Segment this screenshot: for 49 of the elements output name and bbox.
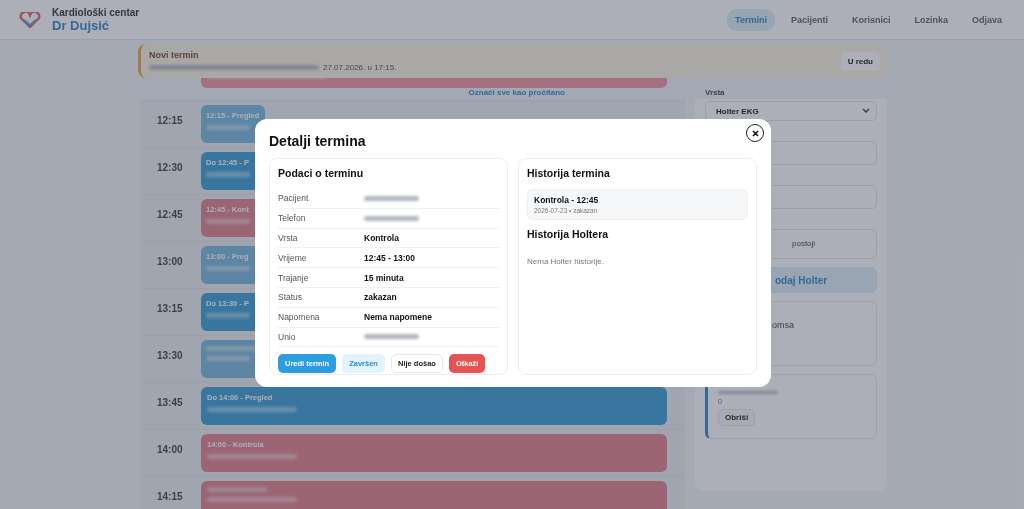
redacted-value [364,334,419,340]
clinic-name: Kardiološki centar [52,6,140,18]
close-icon [751,129,759,137]
nav-link[interactable]: Pacijenti [782,8,836,31]
detail-value: Nema napomene [364,312,433,323]
time-label: 13:15 [156,302,184,314]
nav-link[interactable]: Korisnici [843,8,899,31]
detail-label: Napomena [278,312,321,323]
card-title: Historija Holtera [527,228,610,240]
detail-value: Kontrola [364,233,399,243]
time-label: 12:30 [156,161,184,173]
chevron-down-icon [862,108,870,114]
card-title: Podaci o terminu [278,167,365,179]
time-label: 13:00 [156,255,184,267]
delete-button[interactable]: Obriši [718,409,756,426]
close-button[interactable] [746,124,764,142]
notification-message: 27.07.2026. u 17:15. [323,63,397,72]
detail-label: Telefon [278,213,307,224]
field-label: Vrsta [705,88,725,97]
time-label: 12:45 [156,208,184,220]
heart-logo-icon [19,11,41,28]
redacted-value [364,215,419,221]
nav-link[interactable]: Lozinka [906,8,956,31]
detail-label: Unio [278,331,297,342]
detail-label: Pacijent [278,193,310,204]
card-title: Historija termina [527,167,611,179]
time-label: 13:45 [156,396,184,408]
detail-value: 12:45 - 13:00 [364,252,416,263]
nav-link[interactable]: Termini [727,8,775,31]
time-label: 13:30 [156,349,184,361]
detail-value: 15 minuta [364,272,404,283]
detail-label: Vrsta [278,233,299,243]
empty-message: Nema Holter historije. [527,257,605,266]
time-label: 14:15 [156,490,184,502]
time-label: 14:00 [156,443,184,455]
history-item-title: Kontrola - 12:45 [534,195,600,205]
nav-link[interactable]: Odjava [964,8,1010,31]
detail-label: Vrijeme [278,252,308,263]
detail-value: zakazan [364,292,397,303]
holter-text: omsa [771,320,794,330]
ok-button[interactable]: U redu [840,51,880,71]
time-label: 12:15 [156,114,184,126]
notification-title: Novi termin [149,50,200,60]
dialog-title: Detalji termina [269,133,367,149]
detail-label: Trajanje [278,272,310,283]
detail-label: Status [278,292,304,303]
mark-all-read-link[interactable]: Označi sve kao pročitano [468,88,565,97]
redacted-value [364,195,419,201]
doctor-name: Dr Dujsić [52,17,111,33]
